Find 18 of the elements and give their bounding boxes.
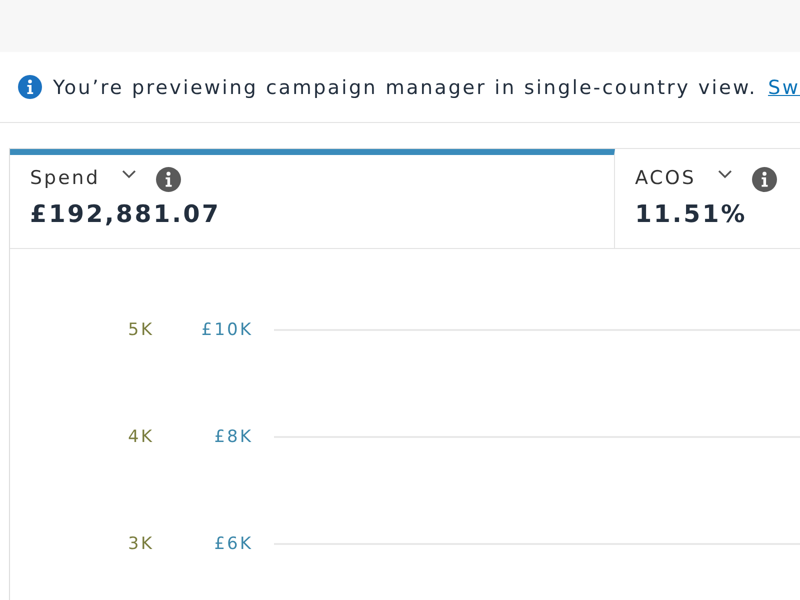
axis-tick-label: 4K [127,426,154,446]
metric-value: 11.51% [635,200,748,228]
metric-tab[interactable]: Spend £192,881.07 [10,149,615,248]
info-icon [752,167,777,192]
metric-value: £192,881.07 [30,200,222,228]
axis-tick-label: 5K [127,320,154,340]
switch-link[interactable]: Sw [768,76,800,98]
axis-tick-label: £6K [213,534,253,554]
chevron-down-icon[interactable] [122,170,136,179]
axis-tick-label: £8K [213,426,253,446]
metric-label: ACOS [635,166,696,188]
chevron-down-icon[interactable] [718,170,732,179]
axis-tick-label: 3K [127,534,154,554]
info-icon [18,75,42,99]
notice-text: You’re previewing campaign manager in single-country view. [53,76,758,98]
axis-tick-label: £10K [200,320,253,340]
metric-label: Spend [30,166,100,188]
info-icon [156,167,181,192]
